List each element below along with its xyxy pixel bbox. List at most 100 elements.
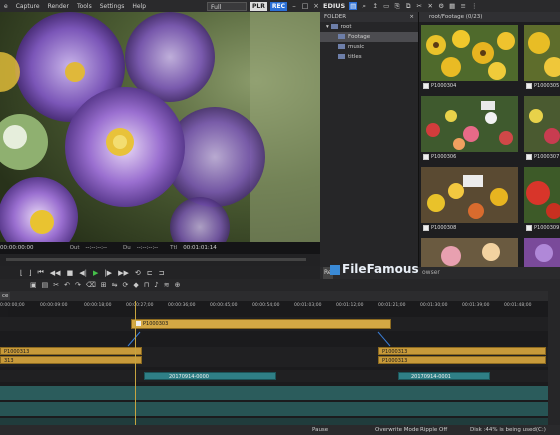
redo-icon[interactable]: ↷ <box>75 281 81 289</box>
timeline-ruler[interactable]: 0:00:00;00 00:00:09:00 00:00:18;00 00:00… <box>0 301 560 318</box>
ruler-tick: 00:00:18;00 <box>84 303 112 308</box>
sort-icon[interactable]: ≡ <box>459 2 467 10</box>
loop-icon[interactable]: ⟲ <box>135 269 141 277</box>
timecode-strip: 00:00:00:00 Out --:--:--:-- Du --:--:--:… <box>0 242 320 254</box>
timeline-scrollbar[interactable] <box>548 291 560 425</box>
folder-item-music[interactable]: music <box>320 42 418 52</box>
watermark-icon <box>330 264 340 275</box>
maximize-icon[interactable]: □ <box>301 2 309 10</box>
step-back-icon[interactable]: ◀| <box>79 269 87 277</box>
bin-icon[interactable]: ▤ <box>349 2 358 10</box>
flower-image <box>421 238 518 267</box>
flower-market-image <box>421 96 518 152</box>
insert-icon[interactable]: ⊏ <box>147 269 153 277</box>
properties-icon[interactable]: ⚙ <box>437 2 445 10</box>
clip-checkbox[interactable] <box>423 82 429 89</box>
clip-thumbnail[interactable] <box>421 25 518 81</box>
clip-thumbnail[interactable] <box>524 96 560 152</box>
clip-thumbnail[interactable] <box>524 238 560 267</box>
timeline-clip[interactable]: 313 <box>0 356 142 364</box>
clip-label: P1000313 <box>4 349 30 355</box>
timeline-clip[interactable]: P1000303 <box>131 319 391 329</box>
step-forward-icon[interactable]: |▶ <box>104 269 112 277</box>
view-icon[interactable]: ▦ <box>448 2 456 10</box>
clip-checkbox[interactable] <box>526 153 532 160</box>
sequence-icon[interactable]: ▤ <box>42 281 49 289</box>
menu-settings[interactable]: Settings <box>96 3 129 10</box>
fast-forward-icon[interactable]: ▶▶ <box>118 269 129 277</box>
close-folder-icon[interactable]: × <box>409 12 414 22</box>
clip-thumbnail[interactable] <box>524 167 560 223</box>
zoom-icon[interactable]: ⊕ <box>175 281 181 289</box>
import-icon[interactable]: ⎘ <box>393 2 401 10</box>
menu-file[interactable]: e <box>0 3 12 10</box>
copy-icon[interactable]: ⧉ <box>404 2 412 10</box>
sync-icon[interactable]: ⟳ <box>123 281 129 289</box>
mix-icon[interactable]: ≋ <box>164 281 170 289</box>
clip-thumbnail[interactable] <box>421 167 518 223</box>
close-icon[interactable]: × <box>312 2 320 10</box>
folder-item-footage[interactable]: Footage <box>320 32 418 42</box>
bin-pane: root/Footage (0/23) P1000304 P1000305 P1… <box>419 12 560 267</box>
save-icon[interactable]: ▣ <box>30 281 37 289</box>
delete-icon[interactable]: ⌫ <box>86 281 96 289</box>
clip-caption: P1000308 <box>423 224 456 233</box>
set-in-icon[interactable]: ⌊ <box>20 269 23 277</box>
set-out-icon[interactable]: ⌋ <box>29 269 32 277</box>
cut-icon[interactable]: ✂ <box>53 281 59 289</box>
clip-label: P1000303 <box>143 321 169 327</box>
sequence-tab[interactable]: ce <box>0 292 11 300</box>
undo-icon[interactable]: ↶ <box>64 281 70 289</box>
clip-checkbox[interactable] <box>423 224 429 231</box>
plr-button[interactable]: PLR <box>250 1 267 11</box>
clip-thumbnail[interactable] <box>421 238 518 267</box>
menu-render[interactable]: Render <box>44 3 73 10</box>
timeline-clip[interactable]: 20170914-0000 <box>144 372 276 380</box>
new-folder-icon[interactable]: ▭ <box>382 2 390 10</box>
menu-capture[interactable]: Capture <box>12 3 44 10</box>
clip-checkbox[interactable] <box>526 82 532 89</box>
menu-tools[interactable]: Tools <box>73 3 96 10</box>
clip-checkbox[interactable] <box>423 153 429 160</box>
timeline-clip[interactable]: P1000313 <box>378 347 546 355</box>
add-edit-icon[interactable]: ⊞ <box>101 281 107 289</box>
clip-thumbnail[interactable] <box>421 96 518 152</box>
folder-item-titles[interactable]: titles <box>320 52 418 62</box>
menu-icon[interactable]: ⋮ <box>470 2 478 10</box>
ripple-icon[interactable]: ⇋ <box>112 281 118 289</box>
folder-icon <box>338 34 345 39</box>
timeline-clip[interactable]: P1000313 <box>378 356 546 364</box>
folder-item-root[interactable]: ▾ root <box>320 22 418 32</box>
clip-checkbox[interactable] <box>526 224 532 231</box>
ruler-tick: 00:00:09:00 <box>40 303 68 308</box>
rewind-icon[interactable]: ◀◀ <box>50 269 61 277</box>
cut-icon[interactable]: ✂ <box>415 2 423 10</box>
rec-button[interactable]: REC <box>269 1 287 11</box>
menu-help[interactable]: Help <box>128 3 150 10</box>
dur-timecode: --:--:--:-- <box>136 245 159 251</box>
play-icon[interactable]: ▶ <box>93 269 98 277</box>
ruler-tick: 00:01:39;00 <box>462 303 490 308</box>
delete-icon[interactable]: ✕ <box>426 2 434 10</box>
audio-icon[interactable]: ♪ <box>154 281 158 289</box>
minimize-icon[interactable]: – <box>290 2 298 10</box>
timeline-clip[interactable]: P1000313 <box>0 347 142 355</box>
up-folder-icon[interactable]: ↥ <box>371 2 379 10</box>
preview-mode-select[interactable]: Full <box>207 1 248 11</box>
timeline-clip[interactable]: 20170914-0001 <box>398 372 490 380</box>
playhead[interactable] <box>135 301 136 435</box>
clip-label: P1000313 <box>382 358 408 364</box>
search-icon[interactable]: ⌕ <box>360 2 368 10</box>
stop-icon[interactable]: ■ <box>67 269 74 277</box>
scrub-track[interactable] <box>6 258 306 261</box>
marker-icon[interactable]: ◆ <box>133 281 138 289</box>
clip-thumbnail[interactable] <box>524 25 560 81</box>
clip-label: 20170914-0000 <box>169 374 209 380</box>
sequence-tab-row: ce <box>0 291 560 301</box>
folder-label: root <box>340 24 352 30</box>
track-a1: 20170914-0000 20170914-0001 <box>0 370 560 382</box>
snap-icon[interactable]: ⊓ <box>144 281 149 289</box>
out-label: Out <box>69 245 80 251</box>
overwrite-icon[interactable]: ⊐ <box>159 269 165 277</box>
prev-icon[interactable]: ⏮ <box>37 268 43 277</box>
